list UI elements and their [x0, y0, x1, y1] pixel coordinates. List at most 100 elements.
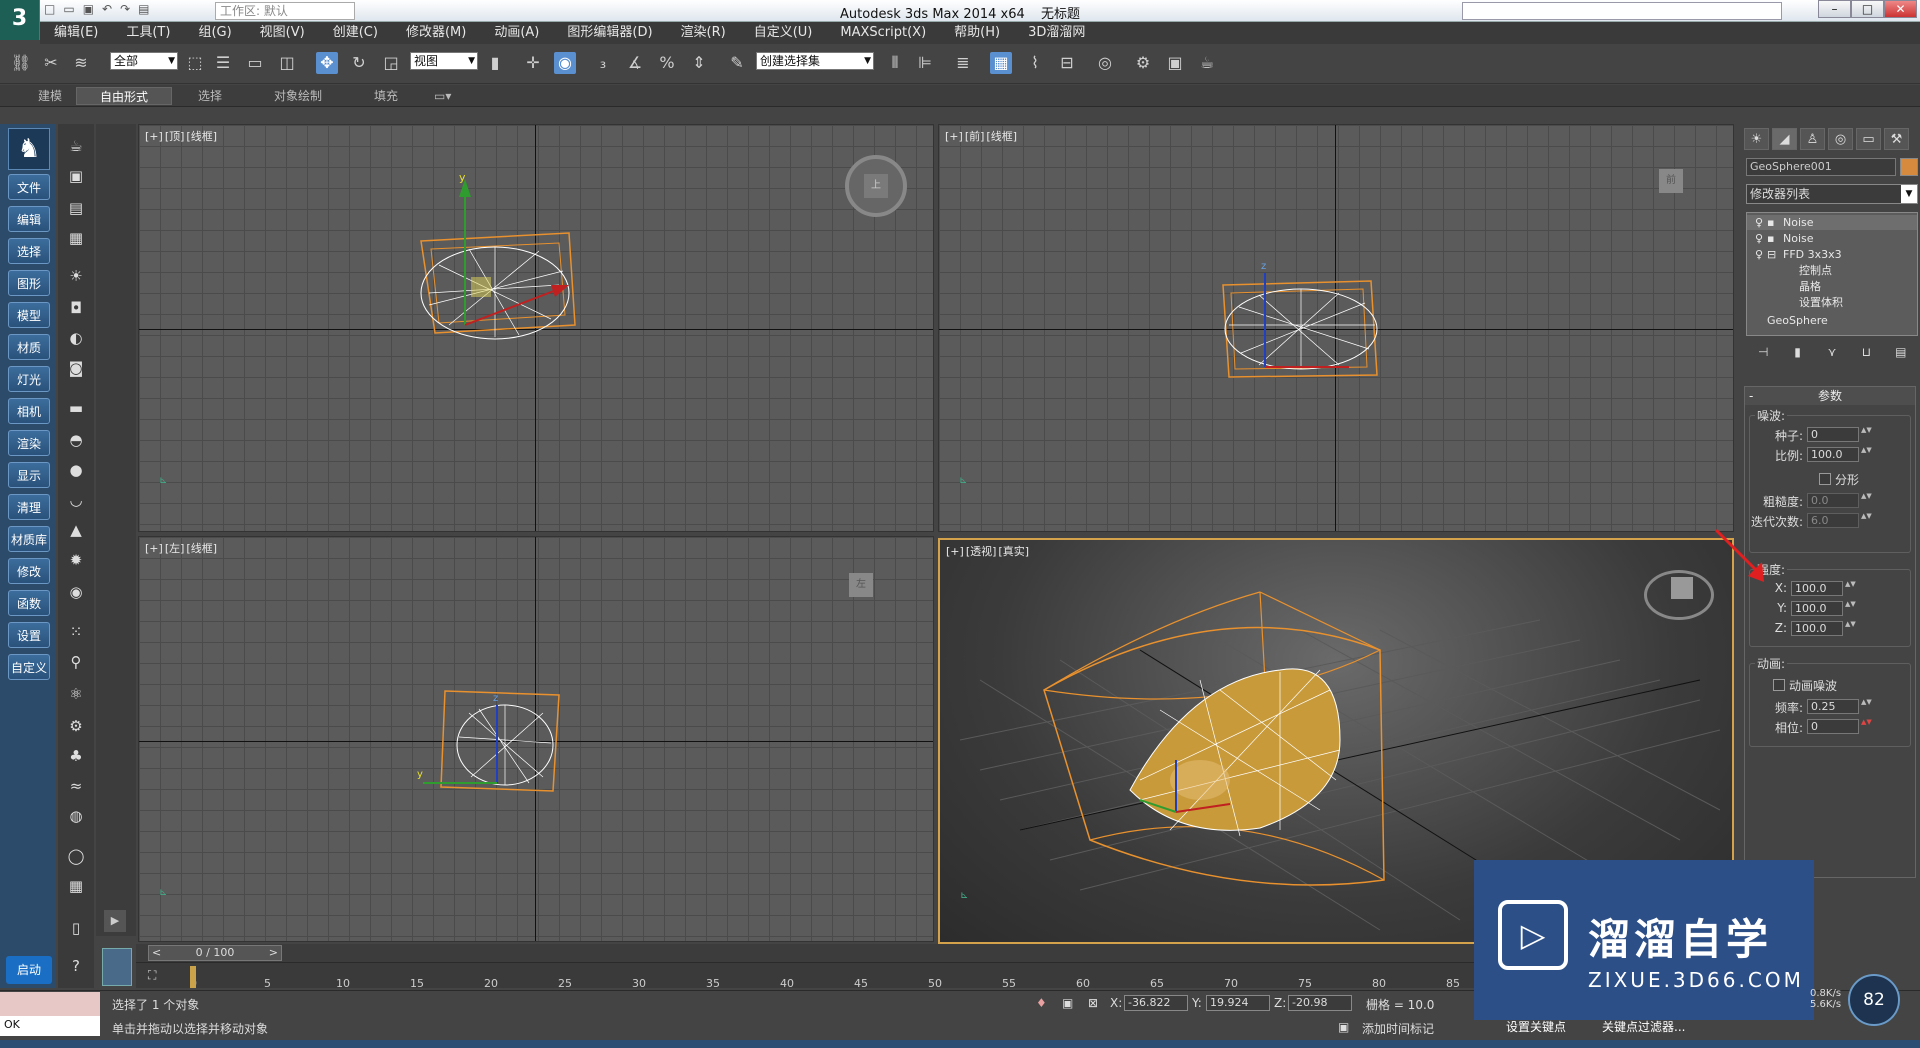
unlink-icon[interactable]: ✂	[40, 52, 62, 74]
motion-tab-icon[interactable]: ◎	[1828, 128, 1853, 150]
maxscript-listener-mini[interactable]	[0, 992, 100, 1016]
make-unique-icon[interactable]: ⋎	[1821, 342, 1843, 362]
minimize-button[interactable]: –	[1818, 0, 1851, 18]
key-filters-button[interactable]: 关键点过滤器...	[1602, 1018, 1685, 1035]
sphere-icon[interactable]: ●	[64, 458, 88, 482]
align-icon[interactable]: ⊫	[914, 52, 936, 74]
atom-icon[interactable]: ⚛	[64, 682, 88, 706]
ribbon-tab-selection[interactable]: 选择	[192, 87, 228, 105]
sun-icon[interactable]: ✹	[64, 548, 88, 572]
render-setup-icon[interactable]: ⚙	[1132, 52, 1154, 74]
link-icon[interactable]: ⛓	[10, 52, 32, 74]
roughness-input[interactable]: 0.0	[1807, 493, 1859, 508]
roughness-spinner[interactable]: ▲▼	[1861, 493, 1872, 508]
plant-icon[interactable]: ♣	[64, 744, 88, 768]
ribbon-options-icon[interactable]: ▭▾	[428, 87, 457, 105]
strength-x-input[interactable]: 100.0	[1791, 581, 1843, 596]
percent-snap-icon[interactable]: %	[656, 52, 678, 74]
table-icon[interactable]: ▦	[64, 874, 88, 898]
grid-icon[interactable]: ▦	[64, 226, 88, 250]
rollout-header[interactable]: - 参数	[1745, 387, 1915, 405]
strength-x-spinner[interactable]: ▲▼	[1845, 581, 1856, 596]
teapot-icon[interactable]: ☕	[64, 134, 88, 158]
fractal-checkbox[interactable]	[1819, 473, 1831, 485]
menu-edit[interactable]: 编辑(E)	[40, 22, 112, 44]
menu-group[interactable]: 组(G)	[184, 22, 245, 44]
trash-icon[interactable]: ▯	[64, 916, 88, 940]
track-bar-icon[interactable]: ⛶	[148, 968, 168, 984]
coord-z-input[interactable]: -20.98	[1288, 995, 1352, 1011]
menu-animation[interactable]: 动画(A)	[480, 22, 553, 44]
scale-spinner[interactable]: ▲▼	[1861, 447, 1872, 462]
app-logo-icon[interactable]: 3	[0, 0, 40, 40]
menu-customize[interactable]: 自定义(U)	[740, 22, 827, 44]
material-editor-icon[interactable]: ◎	[1094, 52, 1116, 74]
nav-display[interactable]: 显示	[8, 462, 50, 488]
graphite-tools-icon[interactable]: ▦	[990, 52, 1012, 74]
keyboard-shortcut-icon[interactable]: ◉	[554, 52, 576, 74]
scale-input[interactable]: 100.0	[1807, 447, 1859, 462]
strength-z-spinner[interactable]: ▲▼	[1845, 621, 1856, 636]
window-crossing-icon[interactable]: ◫	[276, 52, 298, 74]
lock-icon[interactable]: ▣	[1062, 996, 1073, 1010]
seed-spinner[interactable]: ▲▼	[1861, 427, 1872, 442]
menu-create[interactable]: 创建(C)	[319, 22, 392, 44]
frequency-spinner[interactable]: ▲▼	[1861, 699, 1872, 714]
stack-item[interactable]: ♀ ⊟ FFD 3x3x3	[1747, 247, 1917, 262]
seed-input[interactable]: 0	[1807, 427, 1859, 442]
absolute-mode-icon[interactable]: ⊠	[1088, 996, 1098, 1010]
object-name-field[interactable]: GeoSphere001	[1746, 158, 1896, 176]
viewcube-icon[interactable]	[1644, 570, 1714, 620]
coord-y-input[interactable]: 19.924	[1206, 995, 1270, 1011]
coord-x-input[interactable]: -36.822	[1124, 995, 1188, 1011]
schematic-view-icon[interactable]: ⊟	[1056, 52, 1078, 74]
named-selection-dropdown[interactable]: 创建选择集 ▼	[756, 52, 874, 70]
stack-item[interactable]: ♀ ▪ Noise	[1747, 231, 1917, 246]
geosphere-wireframe-top[interactable]: y	[139, 125, 934, 532]
image-icon[interactable]: ▣	[64, 164, 88, 188]
nav-select[interactable]: 选择	[8, 238, 50, 264]
rendered-frame-icon[interactable]: ▣	[1164, 52, 1186, 74]
modify-tab-icon[interactable]: ◢	[1772, 128, 1797, 150]
bulb-icon[interactable]: ♀	[1755, 247, 1763, 262]
show-end-result-icon[interactable]: ▮	[1787, 342, 1809, 362]
nav-customize[interactable]: 自定义	[8, 654, 50, 680]
set-key-label[interactable]: 设置关键点	[1506, 1018, 1566, 1035]
viewport-layout-icon[interactable]	[102, 948, 132, 986]
save-icon[interactable]: ▣	[83, 2, 94, 20]
geosphere-wireframe-left[interactable]: y z	[139, 537, 934, 942]
mirror-icon[interactable]: ⫴	[884, 52, 906, 74]
maximize-button[interactable]: □	[1851, 0, 1884, 18]
layer-manager-icon[interactable]: ≣	[952, 52, 974, 74]
viewport-top[interactable]: [+] [顶] [线框] 上 y ⊾	[138, 124, 934, 532]
create-tab-icon[interactable]: ☀	[1744, 128, 1769, 150]
disc-icon[interactable]: ◉	[64, 580, 88, 604]
animate-noise-checkbox[interactable]	[1773, 679, 1785, 691]
time-slider[interactable]: <0 / 100 >	[148, 945, 282, 961]
bulb-icon[interactable]: ♀	[1755, 215, 1763, 230]
isolate-icon[interactable]: ♦	[1036, 996, 1047, 1010]
stack-subitem[interactable]: 控制点	[1747, 263, 1917, 278]
prev-frame-icon[interactable]: <	[152, 946, 161, 960]
ribbon-tab-freeform[interactable]: 自由形式	[76, 87, 172, 105]
time-marker[interactable]	[190, 966, 196, 988]
rect-selection-icon[interactable]: ▭	[244, 52, 266, 74]
strength-y-input[interactable]: 100.0	[1791, 601, 1843, 616]
cabinet-icon[interactable]: ▤	[64, 196, 88, 220]
ribbon-tab-populate[interactable]: 填充	[368, 87, 404, 105]
menu-help[interactable]: 帮助(H)	[940, 22, 1014, 44]
select-object-icon[interactable]: ⬚	[184, 52, 206, 74]
molecule-icon[interactable]: ⚲	[64, 650, 88, 674]
viewport-front[interactable]: [+] [前] [线框] 前 z ⊾	[938, 124, 1734, 532]
hemisphere-icon[interactable]: ◓	[64, 428, 88, 452]
maxscript-output[interactable]: OK	[0, 1016, 100, 1036]
ribbon-tab-object-paint[interactable]: 对象绘制	[268, 87, 328, 105]
box-icon[interactable]: ▬	[64, 396, 88, 420]
display-tab-icon[interactable]: ▭	[1856, 128, 1881, 150]
select-move-icon[interactable]: ✥	[316, 52, 338, 74]
object-color-swatch[interactable]	[1900, 158, 1918, 176]
remove-modifier-icon[interactable]: ⊔	[1855, 342, 1877, 362]
project-icon[interactable]: ▤	[138, 2, 149, 20]
close-button[interactable]: ✕	[1884, 0, 1917, 18]
film-icon[interactable]: ◙	[64, 356, 88, 380]
